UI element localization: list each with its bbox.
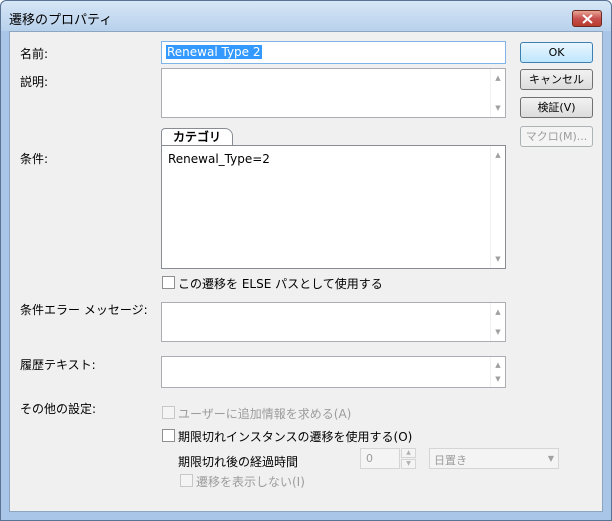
elapsed-stepper[interactable]: 0 ▲ ▼ <box>360 448 416 469</box>
macro-button[interactable]: マクロ(M)... <box>520 126 593 147</box>
hide-label: 遷移を表示しない(I) <box>196 475 305 489</box>
expired-checkbox[interactable] <box>162 429 175 442</box>
history-label: 履歴テキスト: <box>20 358 96 372</box>
condition-text: Renewal_Type=2 <box>168 152 270 166</box>
condition-error-label: 条件エラー メッセージ: <box>20 303 148 317</box>
ask-user-checkbox[interactable] <box>162 406 175 419</box>
else-path-checkbox[interactable] <box>162 276 175 289</box>
scroll-down-icon[interactable]: ▼ <box>491 325 505 339</box>
ok-button[interactable]: OK <box>520 42 593 63</box>
other-settings-label: その他の設定: <box>20 402 97 416</box>
scroll-down-icon[interactable]: ▼ <box>491 252 505 266</box>
name-label: 名前: <box>20 47 49 61</box>
description-textarea[interactable]: ▲ ▼ <box>161 68 506 118</box>
expired-label: 期限切れインスタンスの遷移を使用する(O) <box>178 430 413 444</box>
stepper-down-icon[interactable]: ▼ <box>401 459 416 469</box>
elapsed-unit-value: 日置き <box>434 454 467 467</box>
condition-textarea[interactable]: Renewal_Type=2 ▲ ▼ <box>161 145 506 269</box>
window-title: 遷移のプロパティ <box>9 13 113 28</box>
condition-label: 条件: <box>20 152 49 166</box>
scroll-up-icon[interactable]: ▲ <box>491 305 505 319</box>
condition-error-scrollbar[interactable]: ▲ ▼ <box>490 303 505 341</box>
condition-error-textarea[interactable]: ▲ ▼ <box>161 302 506 342</box>
dialog-body: 名前: Renewal Type 2 説明: ▲ ▼ 条件: カテゴリ Rene… <box>9 31 603 512</box>
else-path-label: この遷移を ELSE パスとして使用する <box>178 277 383 291</box>
history-textarea[interactable]: ▲ ▼ <box>161 356 506 388</box>
condition-scrollbar[interactable]: ▲ ▼ <box>490 146 505 268</box>
scroll-down-icon[interactable]: ▼ <box>491 372 505 386</box>
hide-checkbox[interactable] <box>180 474 193 487</box>
ask-user-label: ユーザーに追加情報を求める(A) <box>178 407 352 421</box>
scroll-up-icon[interactable]: ▲ <box>491 358 505 372</box>
description-label: 説明: <box>20 75 49 89</box>
elapsed-value[interactable]: 0 <box>360 448 400 469</box>
chevron-down-icon: ▼ <box>547 454 554 463</box>
verify-button[interactable]: 検証(V) <box>520 97 593 118</box>
elapsed-label: 期限切れ後の経過時間 <box>178 455 299 469</box>
scroll-up-icon[interactable]: ▲ <box>491 71 505 85</box>
description-scrollbar[interactable]: ▲ ▼ <box>490 69 505 117</box>
title-bar[interactable]: 遷移のプロパティ <box>1 1 611 31</box>
close-button[interactable] <box>572 10 602 27</box>
name-input[interactable]: Renewal Type 2 <box>161 41 506 64</box>
stepper-up-icon[interactable]: ▲ <box>401 448 416 458</box>
tab-category[interactable]: カテゴリ <box>161 128 233 146</box>
name-input-value: Renewal Type 2 <box>166 45 262 59</box>
dialog-window: 遷移のプロパティ 名前: Renewal Type 2 説明: ▲ ▼ 条件: … <box>0 0 612 521</box>
close-icon <box>582 14 593 24</box>
cancel-button[interactable]: キャンセル <box>520 69 593 90</box>
elapsed-unit-select[interactable]: 日置き ▼ <box>429 448 559 469</box>
scroll-down-icon[interactable]: ▼ <box>491 101 505 115</box>
scroll-up-icon[interactable]: ▲ <box>491 148 505 162</box>
history-scrollbar[interactable]: ▲ ▼ <box>490 357 505 387</box>
